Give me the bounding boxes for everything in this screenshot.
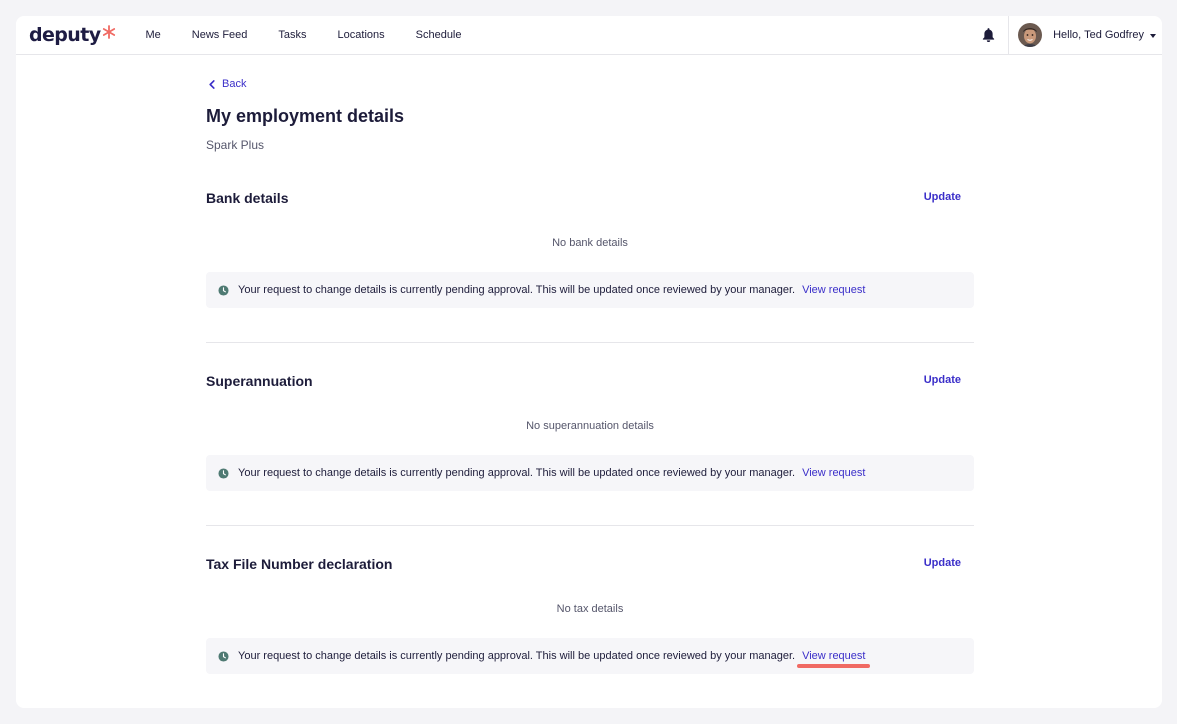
deputy-star-icon bbox=[103, 25, 116, 39]
top-navigation: deputy Me News Feed Tasks Locations Sche… bbox=[16, 16, 1162, 55]
nav-tasks[interactable]: Tasks bbox=[278, 29, 306, 41]
page-subtitle: Spark Plus bbox=[206, 138, 265, 152]
view-request-label: View request bbox=[802, 650, 866, 662]
empty-message: No superannuation details bbox=[526, 420, 654, 432]
back-label: Back bbox=[222, 78, 247, 90]
highlight-underline bbox=[797, 664, 871, 668]
section-title: Tax File Number declaration bbox=[206, 556, 393, 572]
section-title: Bank details bbox=[206, 190, 289, 206]
update-button[interactable]: Update bbox=[924, 374, 961, 386]
section-divider bbox=[206, 342, 974, 343]
back-link[interactable]: Back bbox=[208, 78, 246, 90]
notice-text: Your request to change details is curren… bbox=[238, 467, 796, 479]
nav-schedule[interactable]: Schedule bbox=[416, 29, 462, 41]
chevron-left-icon bbox=[209, 79, 215, 89]
update-button[interactable]: Update bbox=[924, 191, 961, 203]
user-greeting[interactable]: Hello, Ted Godfrey bbox=[1053, 29, 1144, 41]
nav-locations[interactable]: Locations bbox=[338, 29, 385, 41]
view-request-link[interactable]: View request bbox=[802, 467, 865, 479]
logo-text: deputy bbox=[29, 24, 101, 46]
clock-icon bbox=[218, 467, 229, 479]
app-window: deputy Me News Feed Tasks Locations Sche… bbox=[16, 16, 1162, 708]
avatar[interactable] bbox=[1018, 23, 1043, 47]
empty-message: No bank details bbox=[552, 237, 628, 249]
pending-notice: Your request to change details is curren… bbox=[206, 638, 974, 674]
page-title: My employment details bbox=[206, 106, 405, 126]
view-request-link[interactable]: View request bbox=[802, 284, 865, 296]
nav-user-area: Hello, Ted Godfrey bbox=[981, 16, 1162, 54]
deputy-logo[interactable]: deputy bbox=[29, 24, 116, 46]
section-title: Superannuation bbox=[206, 373, 313, 389]
clock-icon bbox=[218, 650, 229, 662]
update-button[interactable]: Update bbox=[924, 557, 961, 569]
pending-notice: Your request to change details is curren… bbox=[206, 455, 974, 491]
avatar-image bbox=[1018, 23, 1043, 47]
nav-news-feed[interactable]: News Feed bbox=[192, 29, 248, 41]
bell-icon[interactable] bbox=[981, 27, 996, 43]
nav-divider bbox=[1008, 16, 1010, 54]
notice-text: Your request to change details is curren… bbox=[238, 650, 796, 662]
caret-down-icon[interactable] bbox=[1150, 34, 1156, 38]
nav-menu: Me News Feed Tasks Locations Schedule bbox=[145, 29, 492, 41]
section-divider bbox=[206, 525, 974, 526]
pending-notice: Your request to change details is curren… bbox=[206, 272, 974, 308]
clock-icon bbox=[218, 284, 229, 296]
nav-me[interactable]: Me bbox=[145, 29, 160, 41]
empty-message: No tax details bbox=[556, 603, 624, 615]
notice-text: Your request to change details is curren… bbox=[238, 284, 796, 296]
view-request-link[interactable]: View request bbox=[797, 650, 871, 668]
